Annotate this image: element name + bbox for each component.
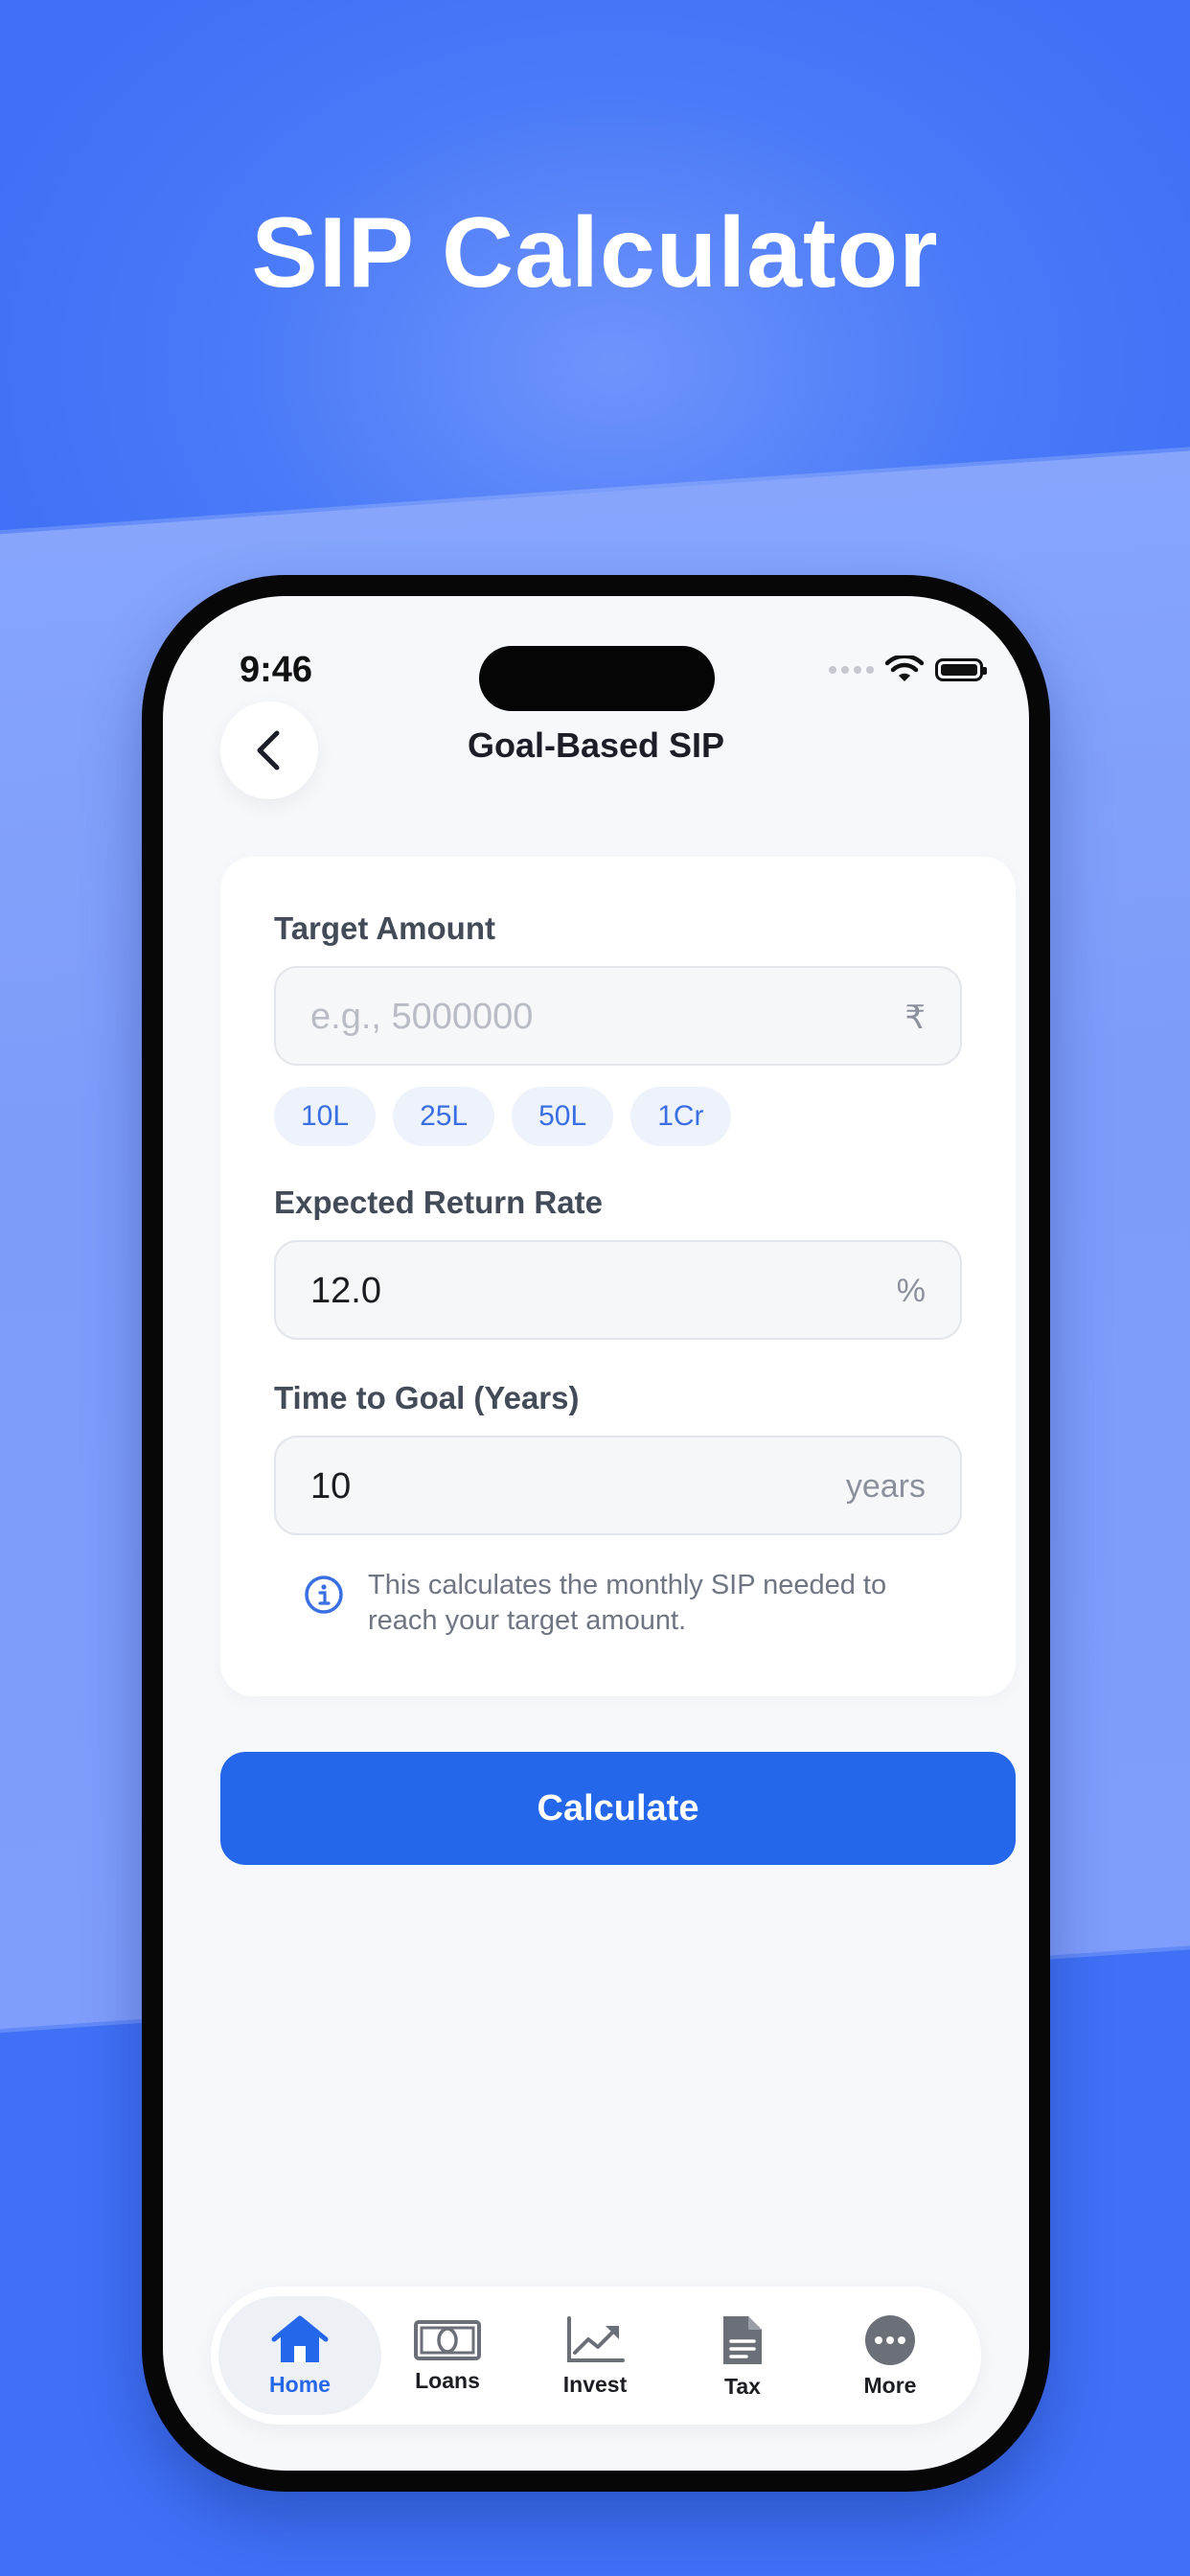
banknote-icon [414, 2319, 481, 2360]
battery-icon [935, 658, 987, 681]
tab-tax-label: Tax [724, 2373, 761, 2399]
tab-home-label: Home [269, 2371, 331, 2397]
percent-unit: % [896, 1273, 926, 1309]
more-icon [865, 2314, 915, 2365]
tab-loans[interactable]: Loans [366, 2296, 529, 2415]
target-amount-label: Target Amount [274, 910, 495, 946]
tab-more[interactable]: More [809, 2296, 972, 2415]
phone-frame: 9:46 Goal-Based SIP Target Amount e.g., … [142, 575, 1050, 2492]
chip-1cr[interactable]: 1Cr [630, 1087, 731, 1146]
return-rate-input[interactable]: 12.0 % [274, 1240, 962, 1340]
status-indicators [829, 656, 987, 684]
return-rate-value: 12.0 [310, 1271, 381, 1311]
wifi-icon [885, 656, 924, 681]
years-unit: years [845, 1468, 926, 1505]
calculate-button[interactable]: Calculate [220, 1752, 1016, 1865]
tab-more-label: More [863, 2372, 917, 2398]
app-screen: 9:46 Goal-Based SIP Target Amount e.g., … [163, 596, 1029, 2471]
dynamic-island [479, 646, 715, 711]
chip-10l[interactable]: 10L [274, 1087, 377, 1146]
time-to-goal-value: 10 [310, 1466, 352, 1506]
headline: SIP Calculator [251, 197, 939, 309]
page-title: Goal-Based SIP [467, 725, 725, 765]
rupee-icon: ₹ [904, 1000, 926, 1036]
info-icon [305, 1576, 343, 1614]
document-icon [723, 2315, 762, 2364]
target-amount-input[interactable]: e.g., 5000000 ₹ [274, 966, 962, 1066]
tab-invest[interactable]: Invest [514, 2296, 676, 2415]
tab-invest-label: Invest [562, 2371, 628, 2397]
chip-25l[interactable]: 25L [393, 1087, 495, 1146]
target-amount-placeholder: e.g., 5000000 [310, 997, 534, 1037]
status-time: 9:46 [240, 650, 313, 690]
info-note: This calculates the monthly SIP needed t… [303, 1568, 935, 1639]
time-to-goal-label: Time to Goal (Years) [274, 1380, 580, 1415]
signal-icon [829, 666, 874, 674]
tab-bar: Home Loans Invest Tax More [211, 2287, 981, 2425]
time-to-goal-input[interactable]: 10 years [274, 1436, 962, 1535]
return-rate-label: Expected Return Rate [274, 1184, 603, 1220]
tab-tax[interactable]: Tax [661, 2296, 824, 2415]
chart-icon [567, 2315, 625, 2362]
sip-form-card: Target Amount e.g., 5000000 ₹ 10L 25L 50… [220, 857, 1016, 1696]
info-text: This calculates the monthly SIP needed t… [368, 1570, 887, 1636]
home-icon [271, 2315, 329, 2362]
chip-50l[interactable]: 50L [512, 1087, 614, 1146]
target-amount-chips: 10L 25L 50L 1Cr [274, 1087, 731, 1146]
tab-loans-label: Loans [415, 2367, 480, 2393]
tab-home[interactable]: Home [218, 2296, 381, 2415]
